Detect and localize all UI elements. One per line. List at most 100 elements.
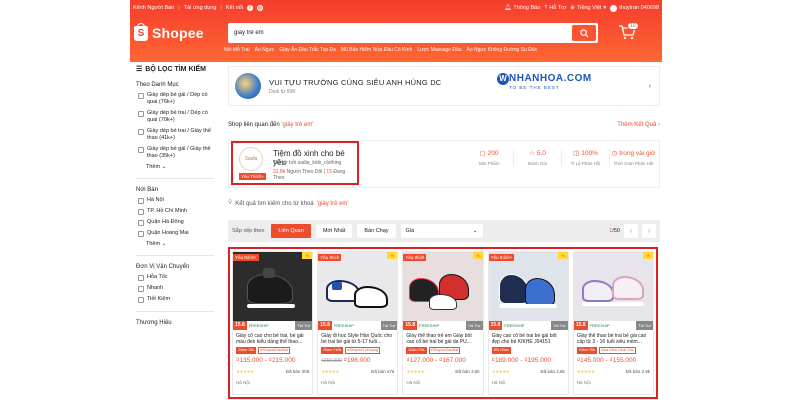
site-header: Kênh Người Bán | Tải ứng dụng | Kết nối … [130,0,662,62]
prev-page-button[interactable]: ‹ [624,224,638,238]
category-option[interactable]: Giày dép bé gái / Giày thể thao (35k+) [136,146,214,160]
category-more-button[interactable]: Thêm ⌄ [136,164,214,170]
related-shop-label: Shop liên quan đến 'giày trẻ em' [228,122,314,128]
location-more-button[interactable]: Thêm ⌄ [136,241,214,247]
chevron-right-icon[interactable]: › [648,81,651,90]
product-card[interactable]: Yêu thích+ % 15.8 FREESHIP Tài Trợ Giày ca… [487,251,569,395]
search-input[interactable] [230,30,572,36]
divider [136,178,214,179]
product-card[interactable]: Yêu thích % 15.8 FREESHIP Tài Trợ Giày thể… [402,251,484,395]
user-account[interactable]: thuytran 040698 [610,4,659,12]
voucher-badge: Giảm ₫5k [236,347,257,354]
related-shop-card[interactable]: Sadia Yêu Thích+ Tiệm đồ xinh cho bé yêu… [228,140,660,188]
search-icon [579,28,589,38]
related-shop-header: Shop liên quan đến 'giày trẻ em' Thêm Kế… [228,122,660,128]
shop-follow-stats: 31,8k Người Theo Dõi | 15 Đang Theo [273,169,346,181]
download-app-link[interactable]: Tải ứng dụng [184,5,217,11]
product-image: Yêu thích % 15.8 FREESHIP Tài Trợ [318,252,398,330]
suggestion-link[interactable]: Nồi Mỗ Trai [224,47,250,53]
favorite-tag: Yêu thích+ [233,254,259,261]
favorite-tag: Yêu thích [318,254,342,261]
checkbox[interactable] [138,146,144,153]
checkbox[interactable] [138,208,144,215]
checkbox[interactable] [138,128,144,135]
option-label: Giày dép bé gái / Giày thể thao (35k+) [147,146,211,159]
shipping-option[interactable]: Hỏa Tốc [136,274,214,281]
help-link[interactable]: ? Hỗ Trợ [544,5,566,11]
product-price: ₫260.000 ₫196.000 [321,357,371,364]
metric-rating: ☆ 5.0 Đánh Giá [513,149,561,166]
facebook-icon[interactable]: f [246,5,253,11]
more-results-link[interactable]: Thêm Kết Quả › [617,122,660,128]
instagram-icon[interactable]: ◎ [256,5,263,11]
shop-sponsor: Tài trợ bởi sadia_kids_clothing [273,160,342,166]
category-option[interactable]: Giày dép bé gái / Dép có quai (76k+) [136,92,214,106]
search-bar [228,23,598,43]
search-button[interactable] [572,25,596,41]
product-image: Yêu thích+ % 15.8 FREESHIP Tài Trợ [233,252,313,330]
product-card[interactable]: Yêu thích % 15.8 FREESHIP Tài Trợ Giày đi … [317,251,399,395]
chevron-down-icon: ⌄ [472,228,478,234]
clock-icon: ◷ [611,150,618,157]
divider: | [220,5,222,11]
location-option[interactable]: Quận Hà Đông [136,219,214,226]
location-option[interactable]: TP. Hồ Chí Minh [136,208,214,215]
sort-bestseller-button[interactable]: Bán Chạy [357,224,396,238]
sort-newest-button[interactable]: Mới Nhất [315,224,353,238]
option-label: Giày dép bé gái / Dép có quai (76k+) [147,92,208,105]
lightbulb-icon: 💡︎ [228,200,233,206]
shop-highlight-box: Sadia Yêu Thích+ Tiệm đồ xinh cho bé yêu… [231,141,359,185]
product-title: Giày cao cổ bé trai bé gái bốt đẹp cho b… [491,333,557,345]
language-selector[interactable]: ⊕ Tiếng Việt ▾ [570,5,606,11]
sort-bar: Sắp xếp theo Liên Quan Mới Nhất Bán Chạy… [228,220,660,242]
box-icon: ▢ [479,150,486,157]
option-label: Quận Hoàng Mai [147,230,189,236]
suggestion-link[interactable]: Áo Ngực [255,47,275,53]
notifications-link[interactable]: 🔔︎ Thông Báo [504,5,540,11]
shop-metrics: ▢ 200 Sản Phẩm ☆ 5.0 Đánh Giá ◫ 100% Tỉ Lệ … [465,149,657,166]
help-label: Hỗ Trợ [549,5,567,11]
rating-stars: ★★★★★ [406,369,425,374]
location-option[interactable]: Quận Hoàng Mai [136,230,214,237]
location-option[interactable]: Hà Nội [136,197,214,204]
promo-banner[interactable]: VUI TỰU TRƯỜNG CÙNG SIÊU ANH HÙNG DC Dea… [228,66,660,106]
promo-strip: 15.8 FREESHIP Tài Trợ [318,321,398,330]
shipping-option[interactable]: Tiết Kiệm [136,296,214,303]
rating-stars: ★★★★★ [491,369,510,374]
promo-strip: 15.8 FREESHIP Tài Trợ [403,321,483,330]
shipping-heading: Đơn Vị Vận Chuyển [136,264,190,270]
cart-button[interactable]: 10 [618,22,639,42]
checkbox[interactable] [138,219,144,226]
checkbox[interactable] [138,110,144,117]
shipping-option[interactable]: Nhanh [136,285,214,292]
suggestion-link[interactable]: Mũ Bảo Hiểm Nửa Đầu Có Kính [341,47,412,53]
checkbox[interactable] [138,230,144,237]
shopee-logo[interactable]: S Shopee [134,22,224,41]
checkbox[interactable] [138,285,144,292]
seller-channel-link[interactable]: Kênh Người Bán [133,5,174,11]
product-title: Giày thể thao trẻ em Giày bốt cao cổ bé … [406,333,472,345]
suggestion-link[interactable]: Áo Ngực Không Đường Su Đúc [467,47,538,53]
checkbox[interactable] [138,274,144,281]
suggestion-link[interactable]: Giày Ấn Đầu Trắc Top Đa [279,47,336,53]
product-card[interactable]: Yêu thích+ % 15.8 FREESHIP Tài Trợ Giày cổ… [232,251,314,395]
checkbox[interactable] [138,92,144,99]
product-location: Hà Nội [236,380,250,385]
filter-title-label: BỘ LỌC TÌM KIẾM [145,65,206,73]
checkbox[interactable] [138,197,144,204]
category-option[interactable]: Giày dép bé trai / Dép có quai (70k+) [136,110,214,124]
sort-relevance-button[interactable]: Liên Quan [271,224,311,238]
checkbox[interactable] [138,296,144,303]
notifications-label: Thông Báo [513,5,541,11]
brand-heading: Thương Hiệu [136,320,172,326]
option-label: Hỏa Tốc [147,274,168,280]
product-title: Giày đi học Style Hàn Quốc cho bé trai b… [321,333,393,345]
promo-badge: #ShopeeDaoBat [258,347,290,354]
product-card[interactable]: % 15.8 FREESHIP Tài Trợ Giày thể thao bé t… [572,251,655,395]
sort-price-select[interactable]: Giá ⌄ [400,224,483,238]
product-price: ₫145.000 - ₫155.000 [576,357,637,364]
search-result-label: 💡︎ Kết quả tìm kiếm cho từ khoá 'giày tr… [228,200,349,207]
category-option[interactable]: Giày dép bé trai / Giày thể thao (41k+) [136,128,214,142]
next-page-button[interactable]: › [642,224,656,238]
suggestion-link[interactable]: Lược Massage Đầu [417,47,461,53]
